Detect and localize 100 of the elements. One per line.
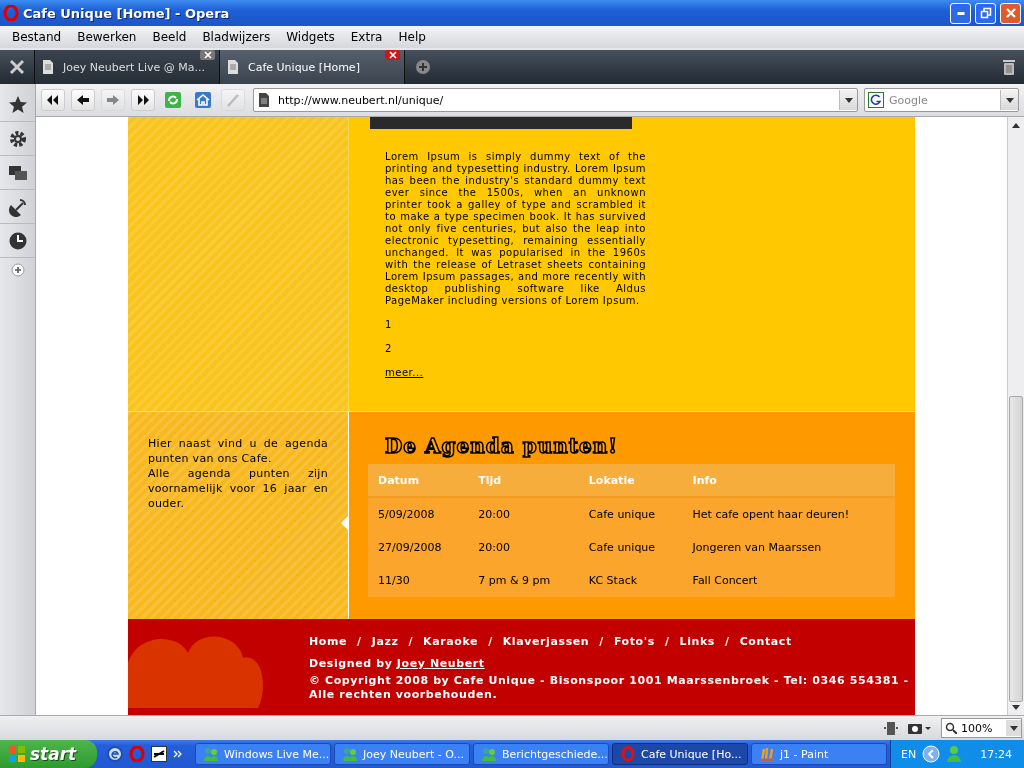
table-cell: Cafe unique [578, 497, 683, 531]
menu-item[interactable]: Beeld [144, 30, 195, 44]
search-field[interactable]: Google [864, 88, 1019, 112]
fast-forward-button[interactable] [131, 89, 155, 111]
more-link[interactable]: meer... [385, 367, 424, 379]
close-icon [388, 51, 397, 59]
column-header: Tijd [468, 464, 579, 497]
list-number: 2 [385, 343, 393, 355]
opera-logo-icon [3, 5, 19, 21]
taskbar-button[interactable]: Joey Neubert - O... [334, 743, 470, 765]
people-icon [203, 746, 219, 762]
dropdown-arrow-icon[interactable] [844, 97, 853, 103]
console-icon[interactable] [151, 746, 167, 762]
restore-button[interactable] [975, 2, 996, 24]
agenda-heading: De Agenda punten! [385, 434, 619, 458]
nav-link[interactable]: Klaverjassen [502, 635, 590, 648]
clock: 17:24 [980, 747, 1012, 761]
address-field[interactable]: http://www.neubert.nl/unique/ [253, 88, 858, 112]
restore-icon [979, 7, 992, 19]
windows-logo-icon [8, 745, 26, 763]
page-icon [41, 59, 55, 75]
back-icon [75, 92, 91, 108]
window-title: Cafe Unique [Home] - Opera [23, 5, 231, 21]
language-indicator[interactable]: EN [901, 747, 917, 761]
taskbar-button[interactable]: j1 - Paint [751, 743, 887, 765]
nav-separator: / [487, 635, 494, 648]
people-icon [481, 746, 497, 762]
reload-icon [165, 92, 181, 108]
menu-item[interactable]: Bestand [4, 30, 70, 44]
rewind-button[interactable] [41, 89, 65, 111]
taskbar-button[interactable]: Windows Live Me... [195, 743, 331, 765]
nav-link[interactable]: Home [309, 635, 348, 648]
chevron-icon[interactable] [173, 750, 182, 758]
taskbar-button[interactable]: Cafe Unique [Ho... [612, 743, 748, 765]
designer-credit: Designed by Joey Neubert [309, 657, 486, 670]
opera-icon [620, 746, 636, 762]
scroll-up-icon[interactable] [1012, 122, 1020, 128]
table-cell: KC Stack [578, 564, 683, 597]
table-cell: Jongeren van Maarssen [682, 531, 895, 564]
back-button[interactable] [71, 89, 95, 111]
chevron-left-icon[interactable] [922, 745, 941, 763]
close-tab-button[interactable] [200, 50, 215, 60]
designer-link[interactable]: Joey Neubert [396, 657, 485, 670]
browser-icon[interactable] [107, 746, 123, 762]
close-tab-button[interactable] [385, 50, 400, 60]
minimize-icon [956, 11, 965, 15]
close-button[interactable] [1000, 2, 1021, 24]
people-icon [342, 746, 358, 762]
nav-separator: / [407, 635, 415, 648]
minimize-button[interactable] [950, 2, 971, 24]
table-cell: Cafe unique [578, 531, 683, 564]
nav-separator: / [356, 635, 363, 648]
nav-link[interactable]: Jazz [371, 635, 399, 648]
article-paragraph: Lorem Ipsum is simply dummy text of the printing and typesetting industry. Lorem Ipsum has been the industry's standard dummy text ever since the 1500s, when an unknown printer took a galley of type and scrambled it to make a type specimen book. It has survived not only five centuries, but also the leap into electronic typesetting, remaining essentially unchanged. It was popularised in the 1960s with the release of Letraset sheets containing Lorem Ipsum passages, and more recently with desktop publishing software like Aldus PageMaker including versions of Lorem Ipsum. [385, 151, 646, 307]
column-header: Datum [368, 464, 469, 497]
nav-separator: / [724, 635, 731, 648]
dropdown-arrow-icon[interactable] [1005, 97, 1014, 103]
nav-link[interactable]: Links [679, 635, 715, 648]
clock-icon[interactable] [7, 230, 28, 251]
page-icon [226, 59, 240, 75]
close-icon [1004, 7, 1017, 19]
intro-text: Hier naast vind u de agenda punten van ons Cafe. [148, 436, 328, 466]
column-header: Lokatie [578, 464, 683, 497]
forward-icon [105, 92, 121, 108]
search-engine-icon [868, 92, 884, 108]
scroll-down-icon[interactable] [1012, 704, 1020, 710]
menu-item[interactable]: Extra [342, 30, 391, 44]
search-icon [945, 722, 957, 734]
column-header: Info [682, 464, 895, 497]
trash-icon[interactable] [1001, 58, 1017, 76]
satellite-dish-icon[interactable] [7, 196, 28, 217]
table-cell: 20:00 [468, 531, 579, 564]
close-icon [203, 51, 212, 59]
network-icon[interactable] [883, 720, 899, 736]
nav-link[interactable]: Contact [739, 635, 792, 648]
list-number: 1 [385, 319, 393, 331]
intro-text: Alle agenda punten zijn voornamelijk voor 16 jaar en ouder. [148, 466, 328, 511]
table-cell: Het cafe opent haar deuren! [682, 497, 895, 531]
table-cell: 11/30 [368, 564, 469, 597]
star-icon[interactable] [7, 94, 28, 115]
wand-icon [225, 92, 241, 108]
table-cell: 20:00 [468, 497, 579, 531]
page-icon [258, 93, 270, 107]
copyright-text: © Copyright 2008 by Cafe Unique - Bisonspoor 1001 Maarssenbroek - Tel: 0346 554381 - Alle rechten voorbehouden. [309, 674, 909, 702]
settings-icon[interactable] [7, 128, 28, 149]
browser-tab[interactable]: Joey Neubert Live @ Ma... [35, 50, 220, 84]
browser-tab[interactable]: Cafe Unique [Home] [220, 50, 405, 84]
table-cell: 27/09/2008 [368, 531, 469, 564]
zoom-field[interactable]: 100% [941, 718, 1022, 738]
nav-separator: / [598, 635, 605, 648]
menu-item[interactable]: Widgets [278, 30, 343, 44]
menu-item[interactable]: Bladwijzers [194, 30, 279, 44]
menu-item[interactable]: Bewerken [69, 30, 145, 44]
dropdown-arrow-icon[interactable] [1009, 725, 1018, 731]
new-tab-icon[interactable] [415, 59, 431, 75]
taskbar-button[interactable]: Berichtgeschiede... [473, 743, 609, 765]
nav-link[interactable]: Karaoke [423, 635, 479, 648]
menu-item[interactable]: Help [390, 30, 434, 44]
nav-link[interactable]: Foto's [613, 635, 655, 648]
nav-separator: / [663, 635, 671, 648]
